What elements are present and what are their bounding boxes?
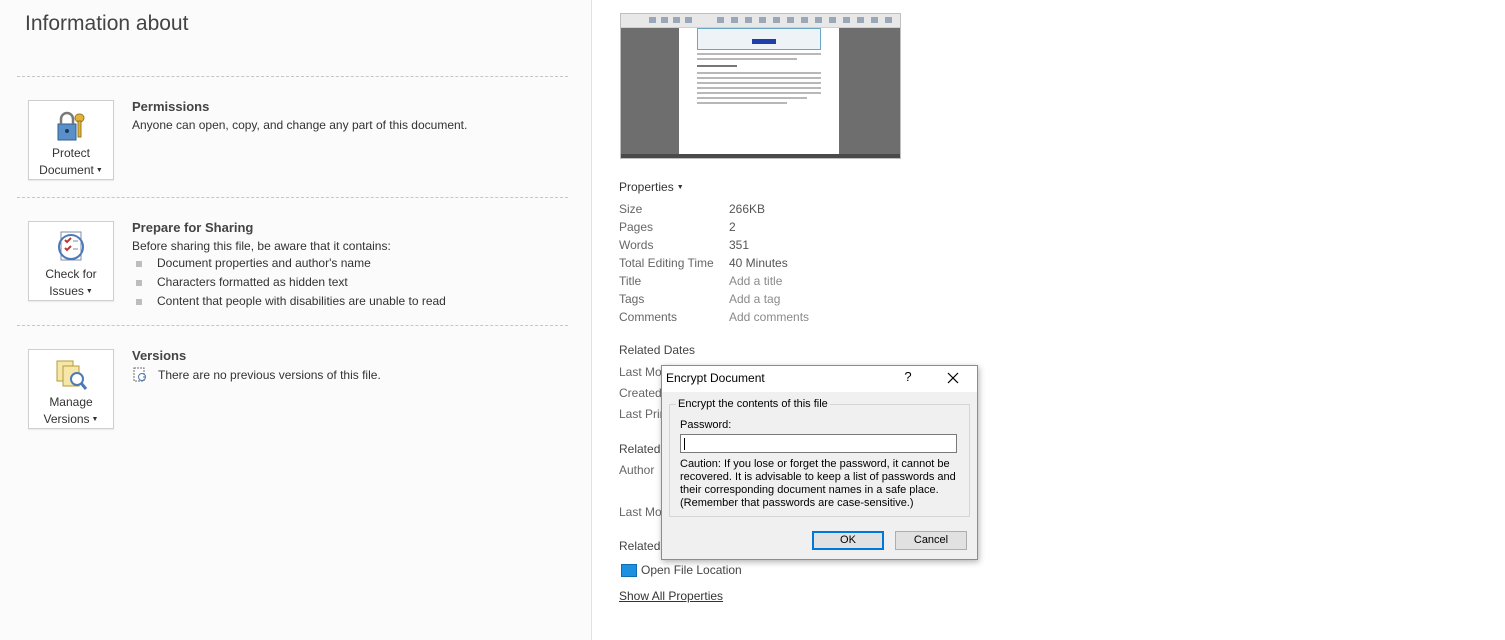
text-cursor (684, 438, 685, 450)
last-printed-label: Last Prin (619, 407, 667, 421)
page-title: Information about (25, 12, 189, 35)
related-people-header: Related (619, 442, 661, 456)
list-item: Content that people with disabilities ar… (132, 292, 446, 311)
properties-dropdown[interactable]: Properties ▼ (619, 180, 684, 194)
dropdown-arrow-icon: ▼ (676, 184, 684, 192)
property-value: 351 (729, 238, 750, 252)
encrypt-group-label: Encrypt the contents of this file (676, 398, 830, 410)
password-label: Password: (680, 419, 732, 431)
help-button[interactable]: ? (900, 369, 916, 387)
bullet-square-icon (136, 280, 142, 286)
property-key: Size (619, 202, 643, 216)
sharing-title: Prepare for Sharing (132, 220, 254, 235)
encrypt-document-dialog: Encrypt Document ? Encrypt the contents … (661, 365, 978, 560)
check-for-issues-label-1: Check for (45, 267, 97, 281)
title-field[interactable]: Add a title (729, 272, 782, 290)
versions-title: Versions (132, 348, 187, 363)
lock-key-icon (57, 111, 85, 141)
property-key: Pages (619, 220, 654, 234)
caution-text: Caution: If you lose or forget the passw… (680, 458, 956, 509)
related-documents-header: Related (619, 539, 661, 553)
tags-field[interactable]: Add a tag (729, 290, 780, 308)
author-label: Author (619, 463, 655, 477)
no-versions-icon (133, 367, 146, 382)
folder-icon (621, 564, 637, 578)
document-thumbnail[interactable] (620, 13, 901, 159)
protect-document-button[interactable]: Protect Document ▼ (28, 100, 114, 180)
cancel-button[interactable]: Cancel (895, 531, 967, 550)
comments-field[interactable]: Add comments (729, 308, 809, 326)
versions-description: There are no previous versions of this f… (158, 368, 381, 382)
versions-icon (56, 360, 88, 390)
sharing-description: Before sharing this file, be aware that … (132, 239, 391, 253)
dialog-titlebar: Encrypt Document ? (662, 366, 977, 392)
thumbnail-ribbon (621, 14, 900, 28)
property-key: Words (619, 238, 654, 252)
show-all-properties-link[interactable]: Show All Properties (619, 589, 723, 603)
check-for-issues-label-2: Issues ▼ (49, 284, 93, 298)
ok-button[interactable]: OK (812, 531, 884, 550)
manage-versions-button[interactable]: Manage Versions ▼ (28, 349, 114, 429)
property-value: 2 (729, 220, 736, 234)
related-dates-header: Related Dates (619, 343, 696, 357)
close-button[interactable] (942, 368, 964, 388)
protect-document-label-2: Document ▼ (39, 163, 103, 177)
bullet-square-icon (136, 299, 142, 305)
list-item: Characters formatted as hidden text (132, 273, 446, 292)
checklist-icon (58, 231, 84, 261)
list-item: Document properties and author's name (132, 254, 446, 273)
password-input[interactable] (680, 434, 957, 453)
property-value: 266KB (729, 202, 766, 216)
last-modified-by-label: Last Mo (619, 505, 662, 519)
permissions-title: Permissions (132, 99, 210, 114)
section-divider (17, 76, 568, 77)
sharing-issues-list: Document properties and author's name Ch… (132, 254, 446, 311)
protect-document-label-1: Protect (51, 146, 90, 160)
dropdown-arrow-icon: ▼ (85, 288, 93, 296)
open-file-location-link[interactable]: Open File Location (621, 563, 742, 578)
pane-divider (591, 0, 592, 640)
info-pane (0, 0, 591, 640)
manage-versions-label-2: Versions ▼ (43, 412, 99, 426)
thumbnail-statusbar (621, 154, 900, 158)
manage-versions-label-1: Manage (49, 395, 93, 409)
dropdown-arrow-icon: ▼ (91, 416, 99, 424)
property-key: Comments (619, 310, 678, 324)
property-key: Title (619, 274, 642, 288)
dialog-title: Encrypt Document (666, 371, 765, 385)
thumbnail-page (679, 28, 839, 154)
section-divider (17, 197, 568, 198)
close-icon (947, 372, 959, 384)
check-for-issues-button[interactable]: Check for Issues ▼ (28, 221, 114, 301)
permissions-description: Anyone can open, copy, and change any pa… (132, 118, 468, 132)
property-value: 40 Minutes (729, 256, 788, 270)
last-modified-label: Last Mo (619, 365, 662, 379)
bullet-square-icon (136, 261, 142, 267)
property-key: Tags (619, 292, 645, 306)
created-label: Created (619, 386, 662, 400)
dropdown-arrow-icon: ▼ (95, 167, 103, 175)
property-key: Total Editing Time (619, 256, 714, 270)
section-divider (17, 325, 568, 326)
